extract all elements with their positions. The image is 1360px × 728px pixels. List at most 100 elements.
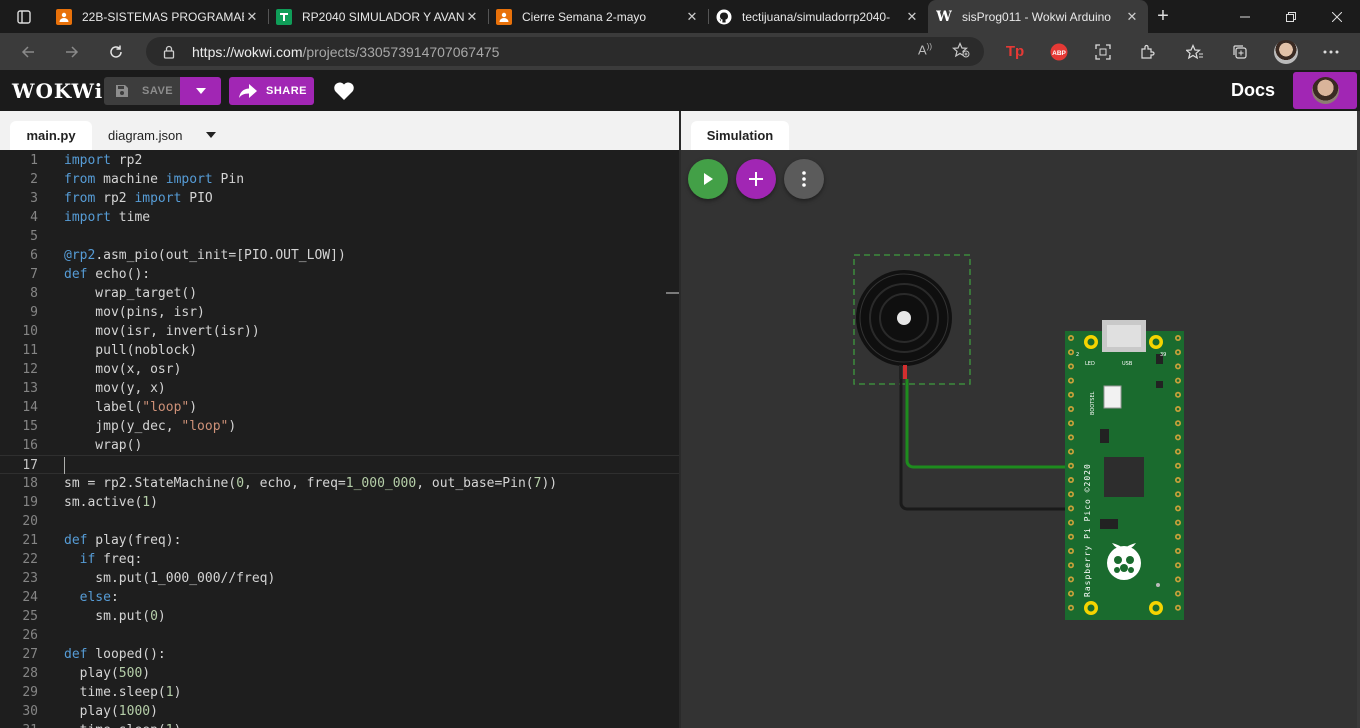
line-number: 6 [30, 248, 38, 263]
browser-tab[interactable]: RP2040 SIMULADOR Y AVANCES ✕ [268, 0, 488, 33]
code-line[interactable]: 2 from machine import Pin [0, 170, 681, 189]
code-line[interactable]: 7 def echo(): [0, 265, 681, 284]
address-bar[interactable]: https://wokwi.com/projects/3305739147070… [146, 37, 984, 66]
close-tab-icon[interactable]: ✕ [1124, 9, 1140, 25]
minimize-icon[interactable] [1222, 0, 1268, 33]
code-editor-panel: main.py diagram.json 1 import rp2 2 from ma… [0, 111, 681, 728]
more-options-button[interactable] [784, 159, 824, 199]
extensions-icon[interactable] [1132, 33, 1162, 70]
tab-diagram-json[interactable]: diagram.json [108, 121, 182, 150]
collections-icon[interactable] [1225, 33, 1255, 70]
back-icon[interactable] [6, 33, 50, 70]
code-line[interactable]: 22 if freq: [0, 550, 681, 569]
code-line[interactable]: 20 [0, 512, 681, 531]
header-pin-hole [1069, 365, 1073, 368]
close-tab-icon[interactable]: ✕ [684, 9, 700, 25]
header-pin-hole [1176, 535, 1180, 539]
board-label: Raspberry Pi Pico ©2020 [1083, 463, 1092, 597]
plus-icon [749, 172, 763, 186]
read-aloud-icon[interactable]: A)) [918, 42, 932, 61]
line-number: 28 [22, 666, 38, 681]
restore-icon[interactable] [1268, 0, 1314, 33]
line-number: 29 [22, 685, 38, 700]
header-pin-hole [1176, 521, 1180, 524]
code-line[interactable]: 25 sm.put(0) [0, 607, 681, 626]
new-tab-icon[interactable]: + [1148, 0, 1178, 33]
code-text: mov(isr, invert(isr)) [64, 324, 260, 339]
tab-main-py[interactable]: main.py [10, 121, 92, 150]
close-tab-icon[interactable]: ✕ [464, 9, 480, 25]
start-simulation-button[interactable] [688, 159, 728, 199]
tab-simulation[interactable]: Simulation [691, 121, 789, 150]
browser-toolbar: https://wokwi.com/projects/3305739147070… [0, 33, 1360, 70]
refresh-icon[interactable] [94, 33, 138, 70]
code-line[interactable]: 15 jmp(y_dec, "loop") [0, 417, 681, 436]
code-line[interactable]: 18 sm = rp2.StateMachine(0, echo, freq=1_… [0, 474, 681, 493]
code-line[interactable]: 1 import rp2 [0, 151, 681, 170]
buzzer[interactable] [856, 270, 952, 379]
browser-tab[interactable]: tectijuana/simuladorrp2040- ✕ [708, 0, 928, 33]
code-line[interactable]: 5 [0, 227, 681, 246]
share-button[interactable]: SHARE [229, 77, 314, 105]
code-line[interactable]: 12 mov(x, osr) [0, 360, 681, 379]
chevron-down-icon[interactable] [206, 132, 216, 138]
user-menu-button[interactable] [1293, 72, 1357, 109]
wire-black[interactable] [899, 379, 1066, 511]
favorites-icon[interactable] [1180, 33, 1210, 70]
code-line[interactable]: 10 mov(isr, invert(isr)) [0, 322, 681, 341]
favorite-add-icon[interactable] [951, 42, 970, 61]
adblock-extension-icon[interactable]: ABP [1044, 33, 1074, 70]
header-pin-hole [1069, 421, 1073, 425]
chevron-down-icon [195, 88, 206, 94]
code-line[interactable]: 4 import time [0, 208, 681, 227]
line-number: 26 [22, 628, 38, 643]
wokwi-header: WOKWi SAVE SHARE Docs [0, 70, 1360, 111]
add-part-button[interactable] [736, 159, 776, 199]
code-line[interactable]: 13 mov(y, x) [0, 379, 681, 398]
tab-actions-icon[interactable] [0, 0, 48, 33]
code-text: mov(pins, isr) [64, 305, 205, 320]
simulation-canvas[interactable]: USB LED 2 39 BOOTSEL Raspberry Pi Pico ©… [681, 111, 1360, 728]
code-line[interactable]: 6 @rp2.asm_pio(out_init=[PIO.OUT_LOW]) [0, 246, 681, 265]
code-line[interactable]: 9 mov(pins, isr) [0, 303, 681, 322]
code-line[interactable]: 31 time.sleep(1) [0, 721, 681, 728]
profile-avatar[interactable] [1271, 33, 1301, 70]
forward-icon[interactable] [50, 33, 94, 70]
more-menu-icon[interactable] [1316, 33, 1346, 70]
code-line[interactable]: 11 pull(noblock) [0, 341, 681, 360]
heart-icon[interactable] [333, 81, 355, 106]
save-button[interactable]: SAVE [104, 77, 180, 105]
code-line[interactable]: 17 [0, 455, 681, 474]
raspberry-pi-pico[interactable]: USB LED 2 39 BOOTSEL Raspberry Pi Pico ©… [1065, 320, 1184, 620]
code-line[interactable]: 16 wrap() [0, 436, 681, 455]
browser-tab-active[interactable]: W sisProg011 - Wokwi Arduino ✕ [928, 0, 1148, 33]
code-line[interactable]: 26 [0, 626, 681, 645]
code-line[interactable]: 29 time.sleep(1) [0, 683, 681, 702]
close-tab-icon[interactable]: ✕ [244, 9, 260, 25]
code-line[interactable]: 27 def looped(): [0, 645, 681, 664]
code-line[interactable]: 30 play(1000) [0, 702, 681, 721]
save-dropdown-button[interactable] [180, 77, 221, 105]
code-line[interactable]: 23 sm.put(1_000_000//freq) [0, 569, 681, 588]
line-number: 4 [30, 210, 38, 225]
wokwi-logo[interactable]: WOKWi [12, 79, 103, 103]
code-line[interactable]: 24 else: [0, 588, 681, 607]
code-area[interactable]: 1 import rp2 2 from machine import Pin 3 from… [0, 150, 681, 728]
docs-link[interactable]: Docs [1231, 80, 1275, 101]
close-tab-icon[interactable]: ✕ [904, 9, 920, 25]
code-line[interactable]: 19 sm.active(1) [0, 493, 681, 512]
wire-green[interactable] [905, 379, 1066, 469]
code-line[interactable]: 14 label("loop") [0, 398, 681, 417]
code-line[interactable]: 3 from rp2 import PIO [0, 189, 681, 208]
save-icon [116, 85, 128, 97]
tp-extension-icon[interactable]: Tp [1000, 33, 1030, 70]
browser-tab[interactable]: 22B-SISTEMAS PROGRAMABLES ✕ [48, 0, 268, 33]
screenshot-icon[interactable] [1088, 33, 1118, 70]
code-line[interactable]: 28 play(500) [0, 664, 681, 683]
browser-tab-strip: 22B-SISTEMAS PROGRAMABLES ✕ RP2040 SIMUL… [0, 0, 1360, 33]
code-line[interactable]: 8 wrap_target() [0, 284, 681, 303]
close-window-icon[interactable] [1314, 0, 1360, 33]
line-number: 13 [22, 381, 38, 396]
browser-tab[interactable]: Cierre Semana 2-mayo ✕ [488, 0, 708, 33]
code-line[interactable]: 21 def play(freq): [0, 531, 681, 550]
